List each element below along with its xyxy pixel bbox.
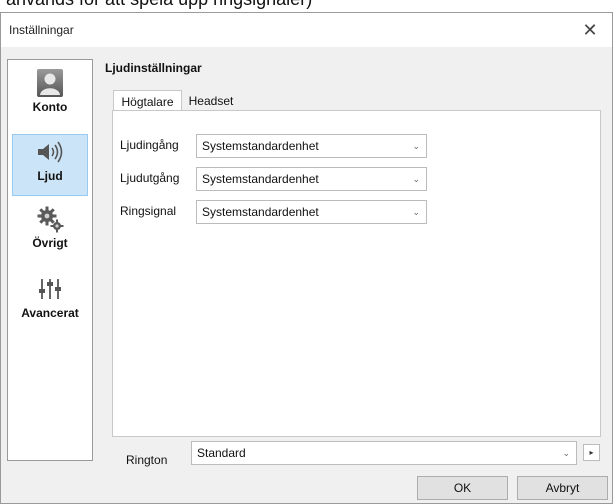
sidebar-item-ljud[interactable]: Ljud <box>12 134 88 196</box>
audio-input-select[interactable]: Systemstandardenhet ⌄ <box>196 134 427 158</box>
caption-text: används för att spela upp ringsignaler) <box>6 0 312 10</box>
audio-output-value: Systemstandardenhet <box>202 172 319 186</box>
ring-signal-value: Systemstandardenhet <box>202 205 319 219</box>
tab-hogtalare[interactable]: Högtalare <box>113 90 182 112</box>
play-ringtone-button[interactable]: ▸ <box>583 444 600 461</box>
close-icon: ✕ <box>582 19 598 40</box>
section-title: Ljudinställningar <box>105 61 202 75</box>
audio-output-label: Ljudutgång <box>120 171 180 185</box>
window-title: Inställningar <box>9 23 74 37</box>
ringtone-value: Standard <box>197 446 246 460</box>
cancel-button-label: Avbryt <box>545 481 580 495</box>
gears-icon <box>35 204 65 234</box>
sidebar-item-avancerat[interactable]: Avancerat <box>12 272 88 334</box>
cancel-button[interactable]: Avbryt <box>517 476 608 500</box>
ringtone-select[interactable]: Standard ⌄ <box>191 441 577 465</box>
ring-signal-label: Ringsignal <box>120 204 177 218</box>
chevron-down-icon: ⌄ <box>412 206 420 217</box>
user-icon <box>35 68 65 98</box>
tab-label: Headset <box>188 94 234 108</box>
speaker-icon <box>35 137 65 167</box>
audio-output-select[interactable]: Systemstandardenhet ⌄ <box>196 167 427 191</box>
sidebar-item-ovrigt[interactable]: Övrigt <box>12 202 88 264</box>
sidebar-item-label: Konto <box>32 100 68 114</box>
background-caption: används för att spela upp ringsignaler) <box>0 0 614 12</box>
chevron-down-icon: ⌄ <box>562 447 570 458</box>
chevron-down-icon: ⌄ <box>412 140 420 151</box>
settings-dialog: Inställningar ✕ Konto Ljud Övrigt Avance… <box>0 12 613 504</box>
ok-button-label: OK <box>453 481 472 495</box>
sliders-icon <box>35 274 65 304</box>
audio-input-value: Systemstandardenhet <box>202 139 319 153</box>
ring-signal-select[interactable]: Systemstandardenhet ⌄ <box>196 200 427 224</box>
sidebar-item-label: Övrigt <box>32 236 68 250</box>
category-sidebar: Konto Ljud Övrigt Avancerat <box>7 59 93 461</box>
tab-headset[interactable]: Headset <box>181 91 241 111</box>
play-icon: ▸ <box>589 448 594 457</box>
sidebar-item-konto[interactable]: Konto <box>12 66 88 128</box>
sidebar-item-label: Ljud <box>37 169 63 183</box>
ok-button[interactable]: OK <box>417 476 508 500</box>
audio-input-label: Ljudingång <box>120 138 179 152</box>
chevron-down-icon: ⌄ <box>412 173 420 184</box>
tab-label: Högtalare <box>121 94 174 109</box>
speaker-settings-panel: Ljudingång Systemstandardenhet ⌄ Ljudutg… <box>112 110 601 437</box>
sidebar-item-label: Avancerat <box>21 306 79 320</box>
ringtone-label: Rington <box>126 453 168 467</box>
title-bar: Inställningar ✕ <box>1 13 612 47</box>
close-button[interactable]: ✕ <box>568 13 612 47</box>
